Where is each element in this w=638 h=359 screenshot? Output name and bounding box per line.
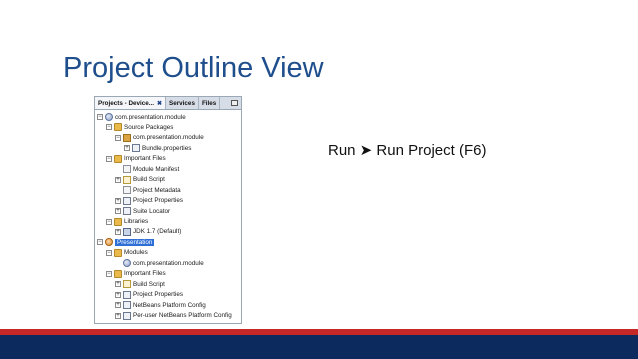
tree-node[interactable]: + Project Properties: [115, 290, 183, 300]
tab-projects-label: Projects - Device...: [98, 99, 154, 107]
tree-node-label: Project Properties: [133, 197, 184, 205]
tree-node-label: Libraries: [124, 218, 149, 225]
properties-file-icon: [123, 311, 131, 320]
properties-file-icon: [123, 301, 131, 310]
tree-node[interactable]: + Suite Locator: [115, 206, 170, 216]
module-icon: [123, 259, 131, 268]
jdk-icon: [123, 227, 131, 236]
expand-icon[interactable]: +: [115, 302, 121, 309]
tree-node-label: Per-user NetBeans Platform Config: [133, 312, 232, 320]
tree-node[interactable]: + Bundle.properties: [124, 143, 191, 153]
collapse-icon[interactable]: −: [106, 270, 112, 277]
expand-icon[interactable]: +: [115, 228, 121, 235]
tab-services[interactable]: Services: [166, 97, 199, 109]
tree-node-label: Modules: [124, 249, 148, 257]
expand-icon[interactable]: +: [115, 281, 121, 288]
tree-node-label: Project Metadata: [133, 186, 181, 194]
slide-title: Project Outline View: [63, 52, 324, 84]
tree-node-label: Build Script: [133, 280, 165, 288]
folder-icon: [114, 217, 122, 226]
tree-node-label: Source Packages: [124, 123, 174, 131]
tree-node[interactable]: + Build Script: [115, 175, 165, 185]
collapse-icon[interactable]: −: [106, 218, 112, 225]
panel-tab-bar: Projects - Device... ✖ Services Files: [95, 97, 241, 110]
tree-node-label: Build Script: [133, 176, 165, 184]
tree-node[interactable]: Module Manifest: [115, 164, 179, 174]
tree-node[interactable]: − Important Files: [106, 154, 166, 164]
module-icon: [105, 113, 113, 121]
tree-node-label: JDK 1.7 (Default): [133, 228, 182, 236]
folder-icon: [114, 123, 122, 132]
expand-icon[interactable]: +: [115, 197, 121, 204]
tree-node[interactable]: Project Metadata: [115, 185, 181, 195]
tree-node[interactable]: + Build Script: [115, 279, 165, 289]
collapse-icon[interactable]: −: [115, 134, 121, 141]
tab-projects[interactable]: Projects - Device... ✖: [95, 97, 167, 109]
expand-icon[interactable]: +: [115, 208, 121, 215]
tab-services-label: Services: [169, 99, 195, 107]
folder-icon: [114, 269, 122, 278]
tree-node-label: com.presentation.module: [133, 259, 204, 267]
expand-icon[interactable]: +: [124, 145, 130, 152]
folder-icon: [114, 248, 122, 257]
tree-node-label: NetBeans Platform Config: [133, 301, 206, 309]
file-icon: [123, 186, 131, 195]
folder-icon: [114, 154, 122, 163]
properties-file-icon: [132, 144, 140, 153]
properties-file-icon: [123, 207, 131, 216]
tab-files[interactable]: Files: [199, 97, 221, 109]
tree-node-label: Module Manifest: [133, 165, 180, 173]
tree-node[interactable]: − Libraries: [106, 217, 148, 227]
tree-node-label: Suite Locator: [133, 207, 171, 215]
tree-node-label: com.presentation.module: [115, 113, 186, 121]
tab-files-label: Files: [201, 99, 217, 107]
file-icon: [123, 165, 131, 174]
expand-icon[interactable]: +: [115, 312, 121, 319]
tree-node[interactable]: com.presentation.module: [115, 258, 204, 268]
minimize-icon[interactable]: [231, 100, 238, 106]
tree-node[interactable]: + Project Properties: [115, 196, 183, 206]
footer-bar: [0, 335, 638, 359]
xml-file-icon: [123, 175, 131, 184]
expand-icon[interactable]: +: [115, 176, 121, 183]
tree-node-label: com.presentation.module: [133, 134, 204, 142]
tree-node-label: Important Files: [124, 155, 166, 163]
tree-node-label: Bundle.properties: [142, 144, 192, 152]
xml-file-icon: [123, 280, 131, 289]
tree-node-label: Project Properties: [133, 291, 184, 299]
suite-icon: [105, 238, 113, 247]
projects-panel: Projects - Device... ✖ Services Files − c…: [94, 96, 242, 324]
properties-file-icon: [123, 196, 131, 205]
tree-node[interactable]: − Important Files: [106, 269, 166, 279]
tree-node[interactable]: − Modules: [106, 248, 148, 258]
close-icon[interactable]: ✖: [157, 100, 162, 107]
tree-node[interactable]: + Per-user NetBeans Platform Config: [115, 311, 232, 321]
tree-node-label: Presentation: [115, 238, 155, 246]
tree-node[interactable]: + NetBeans Platform Config: [115, 300, 206, 310]
tree-node[interactable]: − com.presentation.module: [97, 112, 186, 122]
collapse-icon[interactable]: −: [106, 249, 112, 256]
expand-icon[interactable]: +: [115, 291, 121, 298]
collapse-icon[interactable]: −: [97, 239, 103, 246]
tree-node[interactable]: − Presentation: [97, 237, 155, 247]
run-instruction: Run ➤ Run Project (F6): [328, 142, 487, 159]
package-icon: [123, 133, 131, 142]
collapse-icon[interactable]: −: [97, 114, 103, 120]
tree-node[interactable]: − com.presentation.module: [115, 133, 204, 143]
tree-node-label: Important Files: [124, 270, 166, 278]
collapse-icon[interactable]: −: [106, 124, 112, 131]
tree-node[interactable]: + JDK 1.7 (Default): [115, 227, 181, 237]
collapse-icon[interactable]: −: [106, 155, 112, 162]
properties-file-icon: [123, 290, 131, 299]
tree-node[interactable]: − Source Packages: [106, 122, 173, 132]
